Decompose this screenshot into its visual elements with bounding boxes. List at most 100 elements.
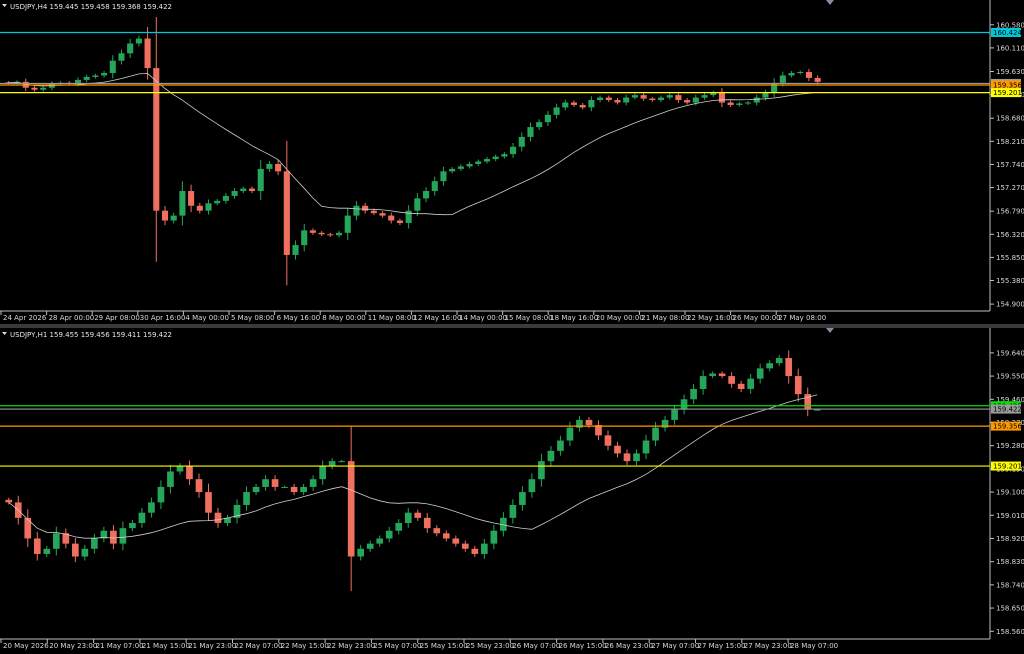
- candle-body: [396, 220, 403, 223]
- candle-body: [338, 461, 345, 463]
- x-tick-label: 26 May 23:00: [605, 642, 653, 650]
- candle-body: [440, 171, 447, 182]
- candle-body: [623, 97, 630, 103]
- symbol-header: USDJPY,H1 159.455 159.456 159.411 159.42…: [10, 331, 172, 339]
- candle-body: [483, 159, 491, 162]
- candle-body: [433, 528, 441, 534]
- candle-body: [300, 486, 307, 493]
- x-tick-label: 18 May 16:00: [550, 314, 598, 322]
- candle-body: [614, 445, 621, 454]
- candle-body: [161, 210, 169, 221]
- h1-chart-panel[interactable]: USDJPY,H1 159.455 159.456 159.411 159.42…: [0, 328, 1024, 654]
- candle-body: [562, 102, 569, 108]
- y-tick-label: 159.550: [996, 373, 1024, 381]
- y-tick-label: 156.790: [996, 208, 1024, 216]
- candle-body: [553, 107, 560, 115]
- candle-body: [248, 188, 256, 192]
- candle-body: [699, 376, 707, 389]
- y-tick-label: 155.380: [996, 277, 1024, 285]
- candle-body: [318, 232, 325, 235]
- h4-chart-panel[interactable]: USDJPY,H4 159.445 159.458 159.368 159.42…: [0, 0, 1024, 324]
- y-tick-label: 159.640: [996, 349, 1024, 357]
- x-tick-label: 27 May 07:00: [651, 642, 699, 650]
- x-tick-label: 24 Apr 2026: [3, 314, 47, 322]
- candle-body: [266, 163, 273, 169]
- candle-body: [671, 409, 678, 420]
- y-tick-label: 154.900: [996, 301, 1024, 309]
- candle-body: [728, 376, 735, 384]
- candle-body: [309, 479, 317, 487]
- y-tick-label: 155.850: [996, 254, 1024, 262]
- candle-body: [379, 213, 386, 216]
- candle-body: [597, 97, 604, 101]
- candle-body: [457, 166, 464, 169]
- x-tick-label: 21 May 07:00: [96, 642, 144, 650]
- candle-body: [753, 97, 760, 103]
- y-tick-label: 160.110: [996, 44, 1024, 52]
- candle-body: [452, 538, 460, 544]
- candle-body: [744, 102, 752, 104]
- candle-body: [414, 198, 421, 211]
- candle-body: [275, 163, 282, 172]
- candle-body: [518, 136, 525, 147]
- x-tick-label: 28 May 07:00: [790, 642, 838, 650]
- candle-body: [797, 72, 804, 74]
- y-tick-label: 158.210: [996, 138, 1024, 146]
- candle-body: [675, 95, 682, 101]
- candle-body: [144, 38, 151, 69]
- y-tick-label: 156.320: [996, 231, 1024, 239]
- candle-body: [785, 358, 793, 377]
- candle-body: [557, 440, 564, 451]
- x-tick-label: 26 May 00:00: [733, 314, 781, 322]
- price-level-label: 160.424: [993, 29, 1022, 37]
- candle-body: [195, 479, 203, 493]
- x-tick-label: 30 Apr 16:00: [140, 314, 186, 322]
- candle-body: [101, 72, 108, 76]
- candle-body: [813, 409, 821, 411]
- candle-body: [475, 161, 482, 164]
- y-tick-label: 158.680: [996, 115, 1024, 123]
- candle-body: [814, 77, 821, 82]
- candle-body: [222, 195, 229, 201]
- x-tick-label: 6 May 16:00: [277, 314, 321, 322]
- candle-body: [271, 479, 279, 487]
- candle-body: [281, 486, 288, 488]
- x-tick-label: 8 May 00:00: [322, 314, 366, 322]
- price-level-label: 159.356: [993, 423, 1022, 431]
- candle-body: [110, 530, 117, 544]
- candle-body: [72, 543, 79, 557]
- x-tick-label: 5 May 08:00: [231, 314, 275, 322]
- candle-body: [405, 210, 412, 223]
- candle-body: [442, 533, 450, 539]
- candle-body: [579, 104, 586, 108]
- candle-body: [290, 486, 298, 493]
- candle-body: [623, 453, 631, 462]
- candle-body: [370, 210, 377, 214]
- candle-body: [471, 548, 479, 554]
- candle-body: [33, 538, 41, 554]
- candle-body: [657, 97, 665, 101]
- x-tick-label: 22 May 16:00: [687, 314, 735, 322]
- candle-body: [347, 461, 355, 557]
- candle-body: [680, 399, 688, 410]
- candle-body: [544, 114, 551, 123]
- candle-body: [81, 548, 89, 557]
- candle-body: [766, 363, 774, 369]
- candle-body: [737, 383, 745, 389]
- x-tick-label: 28 Apr 00:00: [49, 314, 95, 322]
- candle-body: [327, 234, 334, 236]
- candle-body: [718, 373, 726, 377]
- candle-body: [642, 440, 650, 454]
- candle-body: [176, 466, 184, 472]
- x-tick-label: 26 May 15:00: [559, 642, 607, 650]
- candle-body: [605, 97, 612, 101]
- candle-body: [466, 163, 473, 167]
- candle-body: [509, 504, 517, 518]
- candle-body: [362, 205, 369, 211]
- x-tick-label: 26 May 07:00: [512, 642, 560, 650]
- x-tick-label: 22 May 07:00: [235, 642, 283, 650]
- candle-body: [179, 191, 186, 216]
- candle-body: [353, 205, 360, 216]
- candle-body: [205, 203, 212, 211]
- y-tick-label: 158.650: [996, 605, 1024, 613]
